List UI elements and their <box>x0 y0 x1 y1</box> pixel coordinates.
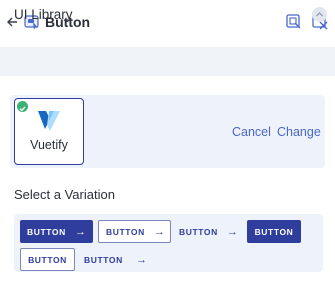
ui-library-section-header[interactable] <box>0 47 335 76</box>
arrow-right-icon: → <box>153 225 166 238</box>
variation-filled-button[interactable]: BUTTON <box>247 220 301 243</box>
variation-label: BUTTON <box>28 254 67 265</box>
variation-icon-only-button[interactable]: → <box>136 250 150 270</box>
change-link[interactable]: Change <box>277 125 321 139</box>
arrow-right-icon: → <box>226 225 239 238</box>
cancel-link[interactable]: Cancel <box>232 125 271 139</box>
variation-label: BUTTON <box>179 226 218 237</box>
chevron-up-icon[interactable] <box>312 7 327 22</box>
variation-section-title: Select a Variation <box>14 187 115 202</box>
variation-label: BUTTON <box>27 226 66 237</box>
variation-label: BUTTON <box>84 254 123 265</box>
variation-filled-icon-button[interactable]: BUTTON → <box>20 220 93 243</box>
variation-label: BUTTON <box>254 226 294 237</box>
arrow-right-icon: → <box>136 254 147 266</box>
section-title: UI Library <box>14 7 73 22</box>
variation-text-button[interactable]: BUTTON <box>77 248 127 271</box>
vuetify-logo-icon <box>37 110 61 132</box>
library-name: Vuetify <box>30 138 68 152</box>
variation-outlined-icon-button[interactable]: BUTTON → <box>98 220 171 243</box>
variation-text-icon-button[interactable]: BUTTON → <box>172 220 242 243</box>
variation-outlined-button[interactable]: BUTTON <box>20 248 75 271</box>
variation-label: BUTTON <box>106 226 145 237</box>
check-circle-icon <box>17 101 28 112</box>
preview-icon[interactable] <box>285 13 303 31</box>
arrow-right-icon: → <box>74 225 87 238</box>
